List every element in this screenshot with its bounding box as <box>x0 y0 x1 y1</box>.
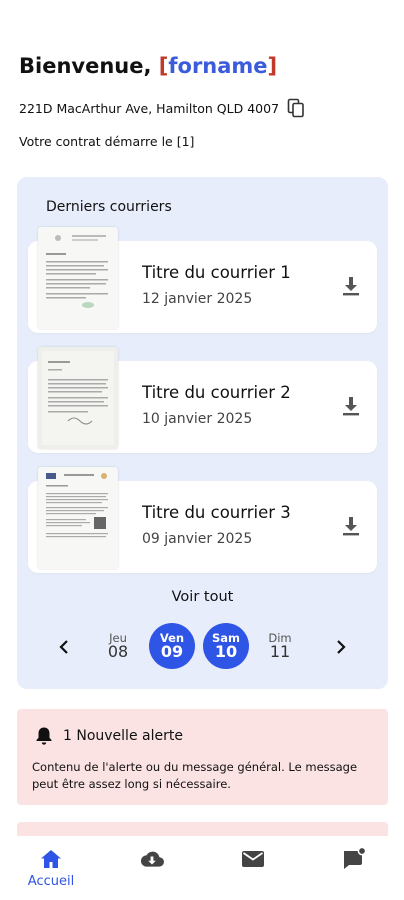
mail-thumbnail <box>38 227 118 329</box>
alert-title: 1 Nouvelle alerte <box>63 728 183 744</box>
day-thu[interactable]: Jeu 08 <box>95 623 141 669</box>
chevron-left-icon[interactable] <box>54 635 74 659</box>
mail-card-2[interactable]: Titre du courrier 2 10 janvier 2025 <box>28 347 377 453</box>
mail-date: 12 janvier 2025 <box>142 291 253 307</box>
download-icon[interactable] <box>341 275 361 297</box>
day-fri[interactable]: Ven 09 <box>149 623 195 669</box>
greeting-text: Bienvenue, <box>19 54 152 78</box>
alert-body: Contenu de l'alerte ou du message généra… <box>32 760 358 791</box>
download-icon[interactable] <box>341 395 361 417</box>
home-icon <box>41 850 61 868</box>
mail-title: Titre du courrier 3 <box>142 503 291 522</box>
address-row: 221D MacArthur Ave, Hamilton QLD 4007 <box>19 98 305 118</box>
see-all-link[interactable]: Voir tout <box>17 589 388 605</box>
mail-date: 09 janvier 2025 <box>142 531 253 547</box>
day-selector: Jeu 08 Ven 09 Sam 10 Dim 11 <box>17 623 388 673</box>
mail-date: 10 janvier 2025 <box>142 411 253 427</box>
mail-card-3[interactable]: Titre du courrier 3 09 janvier 2025 <box>28 467 377 573</box>
bottom-nav: Accueil <box>0 836 404 900</box>
mail-title: Titre du courrier 1 <box>142 263 291 282</box>
alert-header: 1 Nouvelle alerte <box>35 726 183 746</box>
mail-thumbnail <box>38 347 118 449</box>
latest-mail-panel: Derniers courriers Titre du courrier 1 1… <box>17 177 388 689</box>
nav-mail[interactable] <box>218 846 288 872</box>
mail-title: Titre du courrier 2 <box>142 383 291 402</box>
copy-icon[interactable] <box>287 98 305 118</box>
cloud-download-icon <box>140 851 164 867</box>
address-text: 221D MacArthur Ave, Hamilton QLD 4007 <box>19 100 280 116</box>
nav-home-label: Accueil <box>27 874 75 889</box>
mail-thumbnail <box>38 467 118 569</box>
greeting-title: Bienvenue, [forname] <box>19 54 277 78</box>
alert-card[interactable]: 1 Nouvelle alerte Contenu de l'alerte ou… <box>17 709 388 805</box>
latest-mail-title: Derniers courriers <box>46 199 172 215</box>
nav-downloads[interactable] <box>117 846 187 872</box>
message-notification-icon <box>344 846 367 869</box>
contract-start-text: Votre contrat démarre le [1] <box>19 134 195 149</box>
day-sun[interactable]: Dim 11 <box>257 623 303 669</box>
mail-icon <box>242 851 264 867</box>
nav-messages[interactable] <box>319 846 389 872</box>
day-sat[interactable]: Sam 10 <box>203 623 249 669</box>
bell-icon <box>36 727 52 745</box>
download-icon[interactable] <box>341 515 361 537</box>
chevron-right-icon[interactable] <box>331 635 351 659</box>
nav-home[interactable]: Accueil <box>16 846 86 889</box>
user-name: [forname] <box>158 54 278 78</box>
mail-card-1[interactable]: Titre du courrier 1 12 janvier 2025 <box>28 227 377 333</box>
